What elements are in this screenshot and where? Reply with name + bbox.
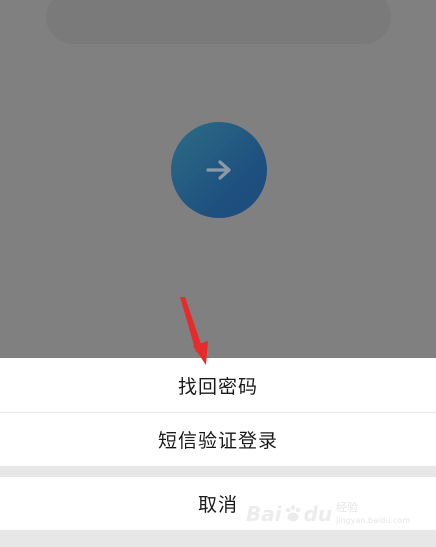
baidu-watermark: Bai du 经验 jingyan.baidu.com — [246, 501, 410, 527]
arrow-right-icon — [206, 160, 231, 180]
find-password-label: 找回密码 — [177, 375, 258, 398]
screen: 找回密码 短信验证登录 取消 Bai du 经验 jingyan.baidu.c… — [0, 0, 436, 547]
watermark-sub: 经验 jingyan.baidu.com — [336, 501, 410, 525]
login-button[interactable] — [171, 122, 267, 218]
paw-icon — [285, 505, 300, 522]
watermark-brand: Bai du — [246, 502, 333, 526]
sms-login-button[interactable]: 短信验证登录 — [0, 413, 436, 466]
sms-login-label: 短信验证登录 — [157, 430, 278, 452]
cancel-label: 取消 — [197, 494, 238, 516]
find-password-button[interactable]: 找回密码 — [0, 358, 436, 412]
top-input-field[interactable] — [46, 0, 391, 44]
